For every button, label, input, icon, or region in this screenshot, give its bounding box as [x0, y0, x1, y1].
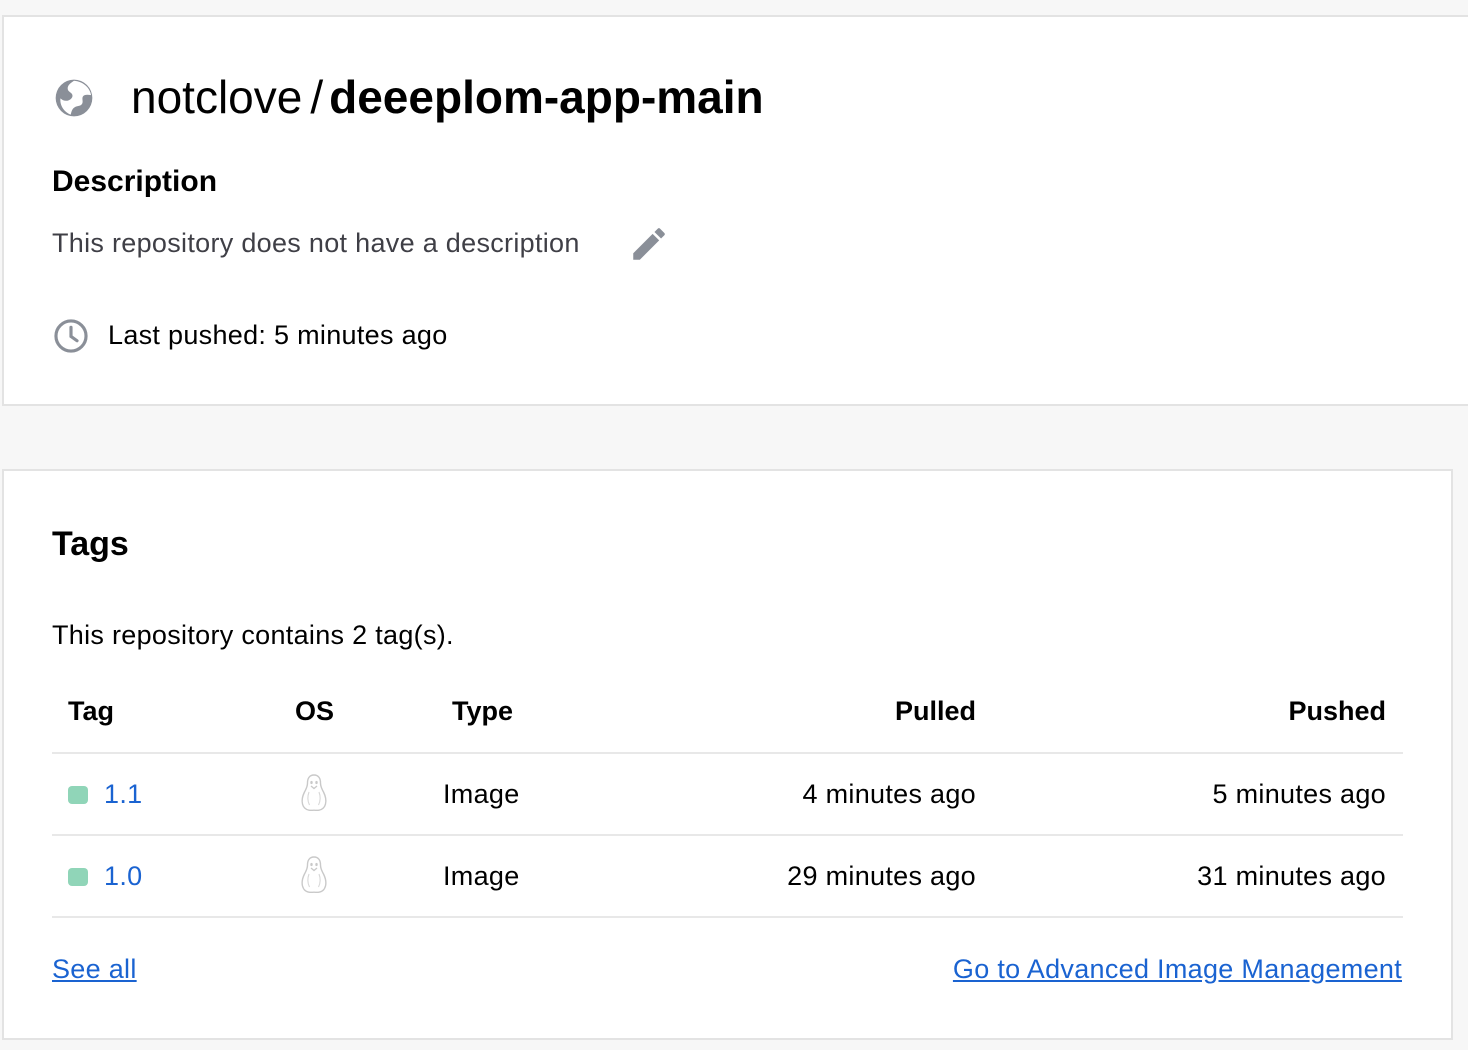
repository-title: notclove / deeeplom-app-main [131, 68, 764, 126]
column-header-pushed: Pushed [1288, 696, 1386, 726]
column-header-tag: Tag [68, 696, 114, 726]
tags-heading: Tags [52, 525, 129, 563]
see-all-link[interactable]: See all [52, 950, 137, 988]
table-divider [52, 916, 1403, 918]
tag-link[interactable]: 1.0 [104, 861, 142, 891]
linux-penguin-icon [301, 856, 327, 894]
description-text: This repository does not have a descript… [52, 228, 580, 258]
linux-penguin-icon [301, 774, 327, 812]
pulled-cell: 29 minutes ago [787, 861, 976, 891]
advanced-image-management-link[interactable]: Go to Advanced Image Management [953, 950, 1402, 988]
tag-link[interactable]: 1.1 [104, 779, 142, 809]
column-header-os: OS [295, 696, 335, 726]
pushed-cell: 5 minutes ago [1212, 779, 1386, 809]
repository-namespace: notclove [131, 71, 303, 123]
status-indicator [68, 868, 88, 886]
column-header-pulled: Pulled [894, 696, 976, 726]
tags-count-text: This repository contains 2 tag(s). [52, 620, 454, 650]
type-cell: Image [443, 779, 520, 809]
pencil-icon[interactable] [628, 223, 670, 265]
description-heading: Description [52, 165, 218, 198]
title-separator: / [310, 71, 324, 123]
column-header-type: Type [452, 696, 514, 726]
globe-icon [55, 79, 93, 117]
pushed-cell: 31 minutes ago [1197, 861, 1386, 891]
table-divider [52, 752, 1403, 754]
tag-cell: 1.0 [104, 857, 142, 895]
status-indicator [68, 786, 88, 804]
type-cell: Image [443, 861, 520, 891]
last-pushed-text: Last pushed: 5 minutes ago [108, 320, 448, 350]
repository-name: deeeplom-app-main [329, 71, 764, 123]
pulled-cell: 4 minutes ago [802, 779, 976, 809]
tag-cell: 1.1 [104, 775, 142, 813]
clock-icon [54, 319, 88, 353]
table-divider [52, 834, 1403, 836]
